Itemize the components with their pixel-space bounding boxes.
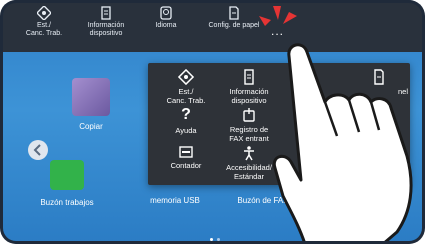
overlay-help[interactable]: ? Ayuda: [151, 106, 221, 136]
overlay-help-label: Ayuda: [175, 126, 197, 135]
paper-settings-icon: [229, 6, 239, 20]
topbar-language-label: Idioma: [155, 22, 177, 29]
chevron-left-icon: [33, 144, 41, 156]
copy-icon: [72, 78, 110, 116]
fax-log-icon: [243, 108, 255, 122]
page-indicator: [208, 228, 222, 244]
copy-app[interactable]: Copiar: [69, 78, 113, 131]
copy-app-label: Copiar: [79, 122, 103, 131]
overlay-status[interactable]: Est./ Canc. Trab.: [151, 69, 221, 105]
overlay-counter[interactable]: Contador: [151, 145, 221, 170]
job-box-app[interactable]: Buzón trabajos: [30, 160, 104, 207]
status-icon: [178, 69, 194, 85]
status-icon: [37, 6, 51, 20]
topbar-device-info-label2: dispositivo: [89, 30, 123, 37]
usb-memory-app[interactable]: memoria USB: [141, 196, 209, 205]
topbar-language[interactable]: Idioma: [131, 6, 201, 30]
device-info-icon: [101, 6, 111, 20]
page-dot-active: [210, 238, 213, 241]
accessibility-icon: [244, 146, 254, 161]
touch-panel: Est./ Canc. Trab. Información dispositiv…: [3, 0, 422, 244]
counter-icon: [179, 146, 193, 158]
hand-pointer-icon: [272, 43, 413, 244]
overlay-status-label2: Canc. Trab.: [166, 96, 206, 105]
job-box-icon: [50, 160, 84, 190]
job-box-label: Buzón trabajos: [40, 198, 94, 207]
usb-memory-label: memoria USB: [150, 196, 200, 205]
language-icon: [160, 6, 172, 20]
device-info-icon: [244, 69, 254, 85]
page-dot: [217, 238, 220, 241]
help-icon: ?: [181, 106, 191, 123]
topbar-status-label1: Est./: [36, 22, 51, 29]
topbar-status-label2: Canc. Trab.: [25, 30, 63, 37]
topbar-status[interactable]: Est./ Canc. Trab.: [9, 6, 79, 38]
tap-highlight-icon: [259, 6, 297, 26]
previous-page-button[interactable]: [28, 140, 48, 160]
overlay-status-label1: Est./: [178, 87, 194, 96]
overlay-counter-label: Contador: [170, 161, 202, 170]
